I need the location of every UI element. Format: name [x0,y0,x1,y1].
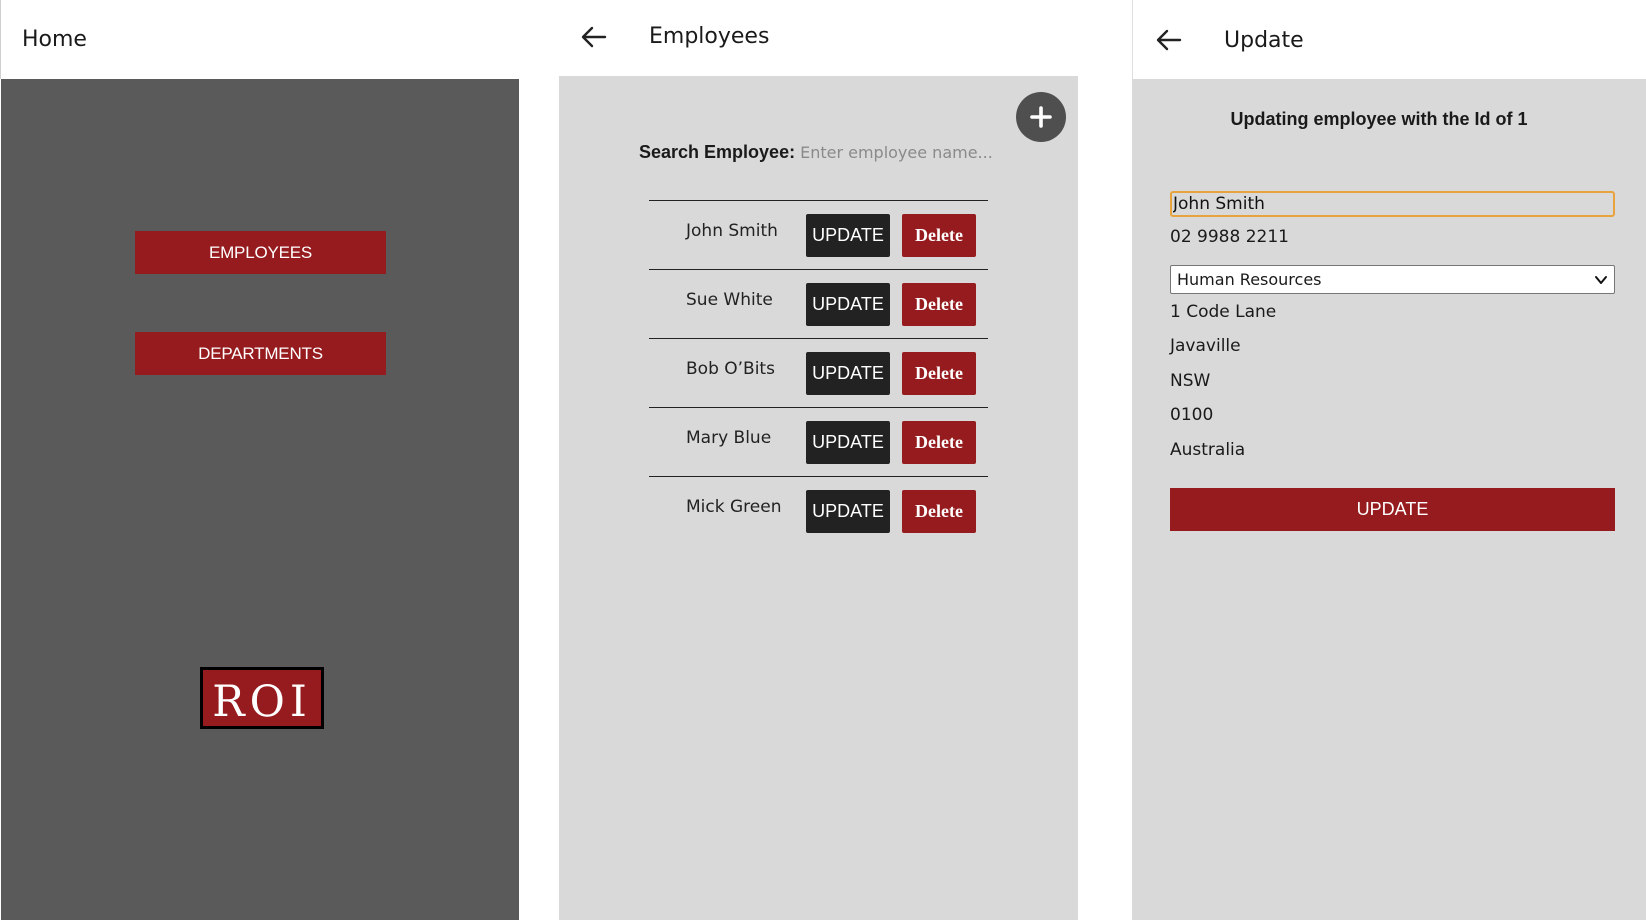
employee-name: John Smith [686,221,778,241]
update-button[interactable]: UPDATE [806,490,890,533]
roi-logo: ROI [200,667,324,729]
update-button[interactable]: UPDATE [806,352,890,395]
employee-name: Bob O’Bits [686,359,775,379]
home-screen: Home EMPLOYEES DEPARTMENTS ROI [0,0,520,922]
plus-icon [1030,106,1052,128]
home-header: Home [0,0,520,79]
employee-row: Mick Green UPDATE Delete [649,477,988,545]
city-field[interactable]: Javaville [1170,336,1241,356]
delete-button[interactable]: Delete [902,283,976,326]
back-arrow-icon[interactable] [1156,29,1182,51]
search-input[interactable] [800,143,1001,162]
employees-button[interactable]: EMPLOYEES [135,231,386,274]
update-button[interactable]: UPDATE [806,421,890,464]
employee-row: Sue White UPDATE Delete [649,270,988,339]
update-header: Update [1132,0,1646,79]
delete-button[interactable]: Delete [902,352,976,395]
search-label: Search Employee: [639,142,796,162]
update-submit-button[interactable]: UPDATE [1170,488,1615,531]
employee-list: John Smith UPDATE Delete Sue White UPDAT… [649,200,988,545]
employee-name: Mary Blue [686,428,772,448]
delete-button[interactable]: Delete [902,421,976,464]
street-field[interactable]: 1 Code Lane [1170,302,1276,322]
departments-button[interactable]: DEPARTMENTS [135,332,386,375]
phone-field[interactable]: 02 9988 2211 [1170,227,1289,247]
delete-button[interactable]: Delete [902,214,976,257]
update-heading: Updating employee with the Id of 1 [1230,109,1528,129]
home-title: Home [22,27,87,52]
back-arrow-icon[interactable] [581,26,607,48]
state-field[interactable]: NSW [1170,371,1210,391]
employee-row: Bob O’Bits UPDATE Delete [649,339,988,408]
employees-panel: Search Employee: John Smith UPDATE Delet… [559,76,1078,920]
employees-title: Employees [649,24,770,49]
update-button[interactable]: UPDATE [806,214,890,257]
chevron-down-icon [1595,276,1607,284]
delete-button[interactable]: Delete [902,490,976,533]
update-title: Update [1224,28,1304,53]
update-button[interactable]: UPDATE [806,283,890,326]
postcode-field[interactable]: 0100 [1170,405,1213,425]
name-field[interactable] [1170,191,1615,217]
employee-row: John Smith UPDATE Delete [649,201,988,270]
department-select[interactable]: Human Resources [1170,265,1615,294]
employee-row: Mary Blue UPDATE Delete [649,408,988,477]
search-row: Search Employee: [639,142,1001,163]
country-field[interactable]: Australia [1170,440,1245,460]
employee-name: Sue White [686,290,773,310]
home-panel: EMPLOYEES DEPARTMENTS ROI [1,79,519,920]
update-panel: Updating employee with the Id of 1 02 99… [1132,79,1646,920]
add-employee-button[interactable] [1016,92,1066,142]
employee-name: Mick Green [686,497,782,517]
employees-screen: Employees Search Employee: John Smith UP… [559,0,1078,922]
employees-header: Employees [559,0,1078,76]
update-screen: Update Updating employee with the Id of … [1132,0,1646,922]
department-selected-value: Human Resources [1177,270,1322,289]
